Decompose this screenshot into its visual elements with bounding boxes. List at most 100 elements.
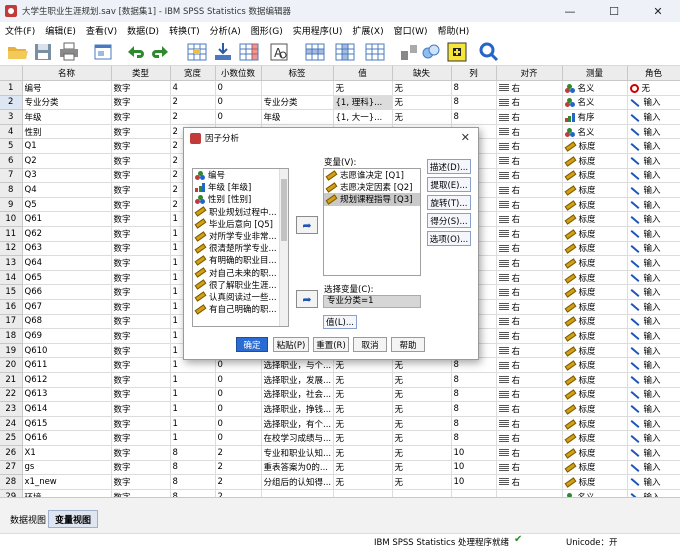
cell-name[interactable]: Q614 [22,401,112,417]
cell-type[interactable]: 数字 [111,270,171,286]
goto-case-icon[interactable] [186,41,208,63]
cell-name[interactable]: Q615 [22,416,112,432]
cell-measure[interactable]: 标度 [562,153,628,169]
cell-measure[interactable]: 标度 [562,445,628,461]
cell-width[interactable]: 2 [170,109,216,125]
cell-label[interactable]: 选择职业，挣钱... [261,401,334,417]
column-header[interactable]: 列 [451,66,497,82]
variable-row[interactable]: 21 Q612 数字 1 0 选择职业，发展... 无无 8 右标度 输入 [0,372,680,388]
variable-row[interactable]: 24 Q615 数字 1 0 选择职业，有个... 无无 8 右标度 输入 [0,416,680,432]
row-number[interactable]: 3 [0,109,23,125]
row-number[interactable]: 6 [0,153,23,169]
cell-measure[interactable]: 标度 [562,211,628,228]
cell-name[interactable]: Q3 [22,168,112,184]
row-number[interactable]: 24 [0,416,23,432]
variable-row[interactable]: 3 年级 数字 2 0 年级 {1, 大一}... 无 8 右有序 输入 [0,109,680,125]
cell-cols[interactable]: 10 [451,445,497,461]
menu-item[interactable]: 分析(A) [205,24,246,37]
print-icon[interactable] [58,41,80,63]
cell-type[interactable]: 数字 [111,314,171,330]
source-variable-item[interactable]: 年级 [年级] [193,181,288,193]
search-icon[interactable] [478,41,500,63]
variable-row[interactable]: 25 Q616 数字 1 0 在校学习成绩与... 无无 8 右标度 输入 [0,430,680,446]
cell-role[interactable]: 输入 [627,474,680,490]
cell-align[interactable]: 右 [496,138,563,155]
row-number[interactable]: 7 [0,168,23,184]
cell-measure[interactable]: 标度 [562,328,628,344]
variable-row[interactable]: 2 专业分类 数字 2 0 专业分类 {1, 理科}... 无 8 右名义 输入 [0,95,680,111]
cell-name[interactable]: 环境 [22,489,112,497]
cell-role[interactable]: 输入 [627,489,680,497]
cell-width[interactable]: 1 [170,401,216,417]
cell-name[interactable]: Q612 [22,372,112,388]
cell-role[interactable]: 输入 [627,401,680,417]
reset-button[interactable]: 重置(R) [313,337,349,352]
cell-role[interactable]: 输入 [627,270,680,286]
cell-measure[interactable]: 名义 [562,124,628,140]
row-number[interactable]: 5 [0,138,23,155]
cell-role[interactable]: 输入 [627,109,680,125]
cell-align[interactable] [496,489,563,497]
cell-role[interactable]: 输入 [627,168,680,184]
cell-cols[interactable]: 8 [451,416,497,432]
cell-measure[interactable]: 标度 [562,474,628,490]
cell-missing[interactable]: 无 [392,95,452,111]
cell-type[interactable]: 数字 [111,153,171,169]
value-labels-icon[interactable] [446,41,468,63]
cell-missing[interactable]: 无 [392,460,452,476]
cell-type[interactable]: 数字 [111,138,171,155]
cell-name[interactable]: Q63 [22,241,112,257]
source-list-scrollbar[interactable] [279,169,288,326]
cell-label[interactable] [261,80,334,96]
cell-type[interactable]: 数字 [111,182,171,198]
cell-dec[interactable]: 2 [215,489,262,497]
descriptives-button[interactable]: 描述(D)... [427,159,471,174]
row-number[interactable]: 22 [0,387,23,403]
cell-role[interactable]: 输入 [627,460,680,476]
cell-align[interactable]: 右 [496,197,563,213]
cell-name[interactable]: 专业分类 [22,95,112,111]
cell-align[interactable]: 右 [496,153,563,169]
cell-type[interactable]: 数字 [111,211,171,228]
cell-name[interactable]: Q67 [22,299,112,315]
variable-row[interactable]: 29环境数字82 名义输入 [0,489,680,497]
cell-type[interactable]: 数字 [111,241,171,257]
cell-align[interactable]: 右 [496,445,563,461]
cell-type[interactable]: 数字 [111,168,171,184]
cell-type[interactable]: 数字 [111,357,171,373]
cancel-button[interactable]: 取消 [353,337,387,352]
cell-width[interactable]: 1 [170,430,216,446]
cell-type[interactable]: 数字 [111,474,171,490]
menu-item[interactable]: 图形(G) [246,24,288,37]
tab-data-view[interactable]: 数据视图 [4,510,52,528]
cell-name[interactable]: X1 [22,445,112,461]
cell-type[interactable]: 数字 [111,430,171,446]
cell-measure[interactable]: 标度 [562,168,628,184]
cell-label[interactable]: 重表答案为0的... [261,460,334,476]
cell-missing[interactable]: 无 [392,357,452,373]
move-to-variables-button[interactable]: ➦ [296,216,318,234]
cell-name[interactable]: Q616 [22,430,112,446]
cell-dec[interactable]: 0 [215,109,262,125]
cell-values[interactable]: 无 [333,474,393,490]
cell-dec[interactable]: 2 [215,460,262,476]
menu-item[interactable]: 帮助(H) [433,24,475,37]
cell-missing[interactable]: 无 [392,474,452,490]
row-number[interactable]: 1 [0,80,23,96]
cell-role[interactable]: 输入 [627,357,680,373]
rotation-button[interactable]: 旋转(T)... [427,195,471,210]
variable-row[interactable]: 1 编号 数字 4 0 无无 8 右名义无 [0,80,680,96]
cell-width[interactable]: 8 [170,474,216,490]
cell-align[interactable]: 右 [496,372,563,388]
cell-type[interactable]: 数字 [111,299,171,315]
row-number[interactable]: 9 [0,197,23,213]
cell-values[interactable]: 无 [333,430,393,446]
cell-measure[interactable]: 标度 [562,226,628,242]
cell-align[interactable]: 右 [496,299,563,315]
cell-align[interactable]: 右 [496,387,563,403]
cell-name[interactable]: x1_new [22,474,112,490]
row-number[interactable]: 25 [0,430,23,446]
cell-type[interactable]: 数字 [111,387,171,403]
cell-values[interactable]: 无 [333,401,393,417]
column-header[interactable]: 角色 [627,66,680,82]
